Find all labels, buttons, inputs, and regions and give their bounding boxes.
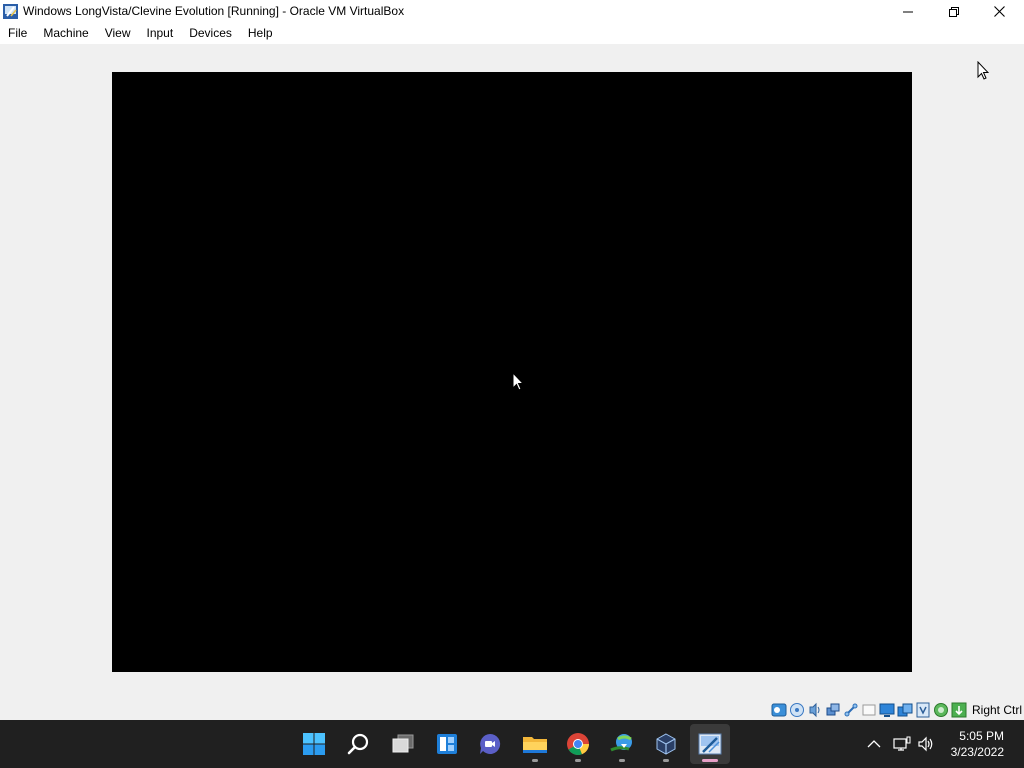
- chrome-button[interactable]: [558, 724, 598, 764]
- clock-date: 3/23/2022: [950, 745, 1004, 759]
- network-icon[interactable]: [825, 702, 842, 718]
- host-key-label[interactable]: Right Ctrl: [972, 703, 1022, 717]
- guest-mouse-pointer-icon: [512, 372, 524, 391]
- mouse-integration-icon[interactable]: [915, 702, 932, 718]
- active-indicator: [702, 759, 718, 762]
- recording-icon[interactable]: [933, 702, 950, 718]
- clock[interactable]: 5:05 PM 3/23/2022: [951, 728, 1004, 760]
- task-view-icon: [392, 734, 414, 753]
- menu-help[interactable]: Help: [240, 23, 281, 44]
- host-mouse-pointer-icon: [977, 61, 989, 80]
- search-button[interactable]: [338, 724, 378, 764]
- menu-view[interactable]: View: [97, 23, 139, 44]
- volume-button[interactable]: [914, 720, 938, 768]
- running-indicator: [619, 759, 625, 762]
- optical-drive-icon[interactable]: [789, 702, 806, 718]
- network-status-icon: [893, 736, 911, 751]
- title-bar[interactable]: Windows LongVista/Clevine Evolution [Run…: [0, 0, 1024, 23]
- widgets-button[interactable]: [427, 724, 467, 764]
- network-status-button[interactable]: [890, 720, 914, 768]
- window-title: Windows LongVista/Clevine Evolution [Run…: [23, 4, 405, 18]
- menu-machine[interactable]: Machine: [35, 23, 96, 44]
- restore-button[interactable]: [931, 0, 977, 23]
- close-button[interactable]: [976, 0, 1022, 23]
- chrome-icon: [567, 733, 589, 755]
- task-view-button[interactable]: [383, 724, 423, 764]
- menu-input[interactable]: Input: [139, 23, 182, 44]
- virtualbox-icon: [656, 733, 676, 755]
- virtualbox-app-icon[interactable]: [2, 3, 19, 20]
- widgets-icon: [437, 734, 457, 754]
- clock-time: 5:05 PM: [959, 729, 1004, 743]
- menu-bar: File Machine View Input Devices Help: [0, 23, 1024, 44]
- restore-icon: [949, 6, 959, 17]
- show-hidden-icons-button[interactable]: [862, 720, 886, 768]
- internet-download-manager-icon: [610, 734, 632, 752]
- virtualbox-window: Windows LongVista/Clevine Evolution [Run…: [0, 0, 1024, 720]
- keyboard-icon[interactable]: [951, 702, 968, 718]
- guest-display[interactable]: [112, 72, 912, 672]
- running-indicator: [663, 759, 669, 762]
- running-indicator: [532, 759, 538, 762]
- start-button[interactable]: [294, 724, 334, 764]
- video-capture-icon[interactable]: [897, 702, 914, 718]
- usb-icon[interactable]: [843, 702, 860, 718]
- start-icon: [303, 733, 325, 755]
- file-explorer-button[interactable]: [515, 724, 555, 764]
- running-indicator: [575, 759, 581, 762]
- hard-disk-icon[interactable]: [771, 702, 788, 718]
- chat-button[interactable]: [470, 724, 510, 764]
- close-icon: [993, 6, 1005, 17]
- virtualbox-vm-icon: [698, 733, 722, 755]
- audio-icon[interactable]: [807, 702, 824, 718]
- minimize-button[interactable]: [885, 0, 931, 23]
- menu-file[interactable]: File: [0, 23, 35, 44]
- virtualbox-vm-button[interactable]: [690, 724, 730, 764]
- search-icon: [347, 733, 369, 755]
- internet-download-manager-button[interactable]: [602, 724, 642, 764]
- volume-icon: [918, 736, 933, 752]
- chat-icon: [480, 733, 501, 754]
- shared-folders-icon[interactable]: [861, 702, 878, 718]
- virtualbox-button[interactable]: [646, 724, 686, 764]
- status-bar: Right Ctrl: [771, 700, 1024, 720]
- minimize-icon: [903, 11, 913, 12]
- chevron-up-icon: [867, 740, 881, 748]
- file-explorer-icon: [523, 737, 547, 753]
- menu-devices[interactable]: Devices: [181, 23, 240, 44]
- taskbar: 5:05 PM 3/23/2022: [0, 720, 1024, 768]
- display-icon[interactable]: [879, 702, 896, 718]
